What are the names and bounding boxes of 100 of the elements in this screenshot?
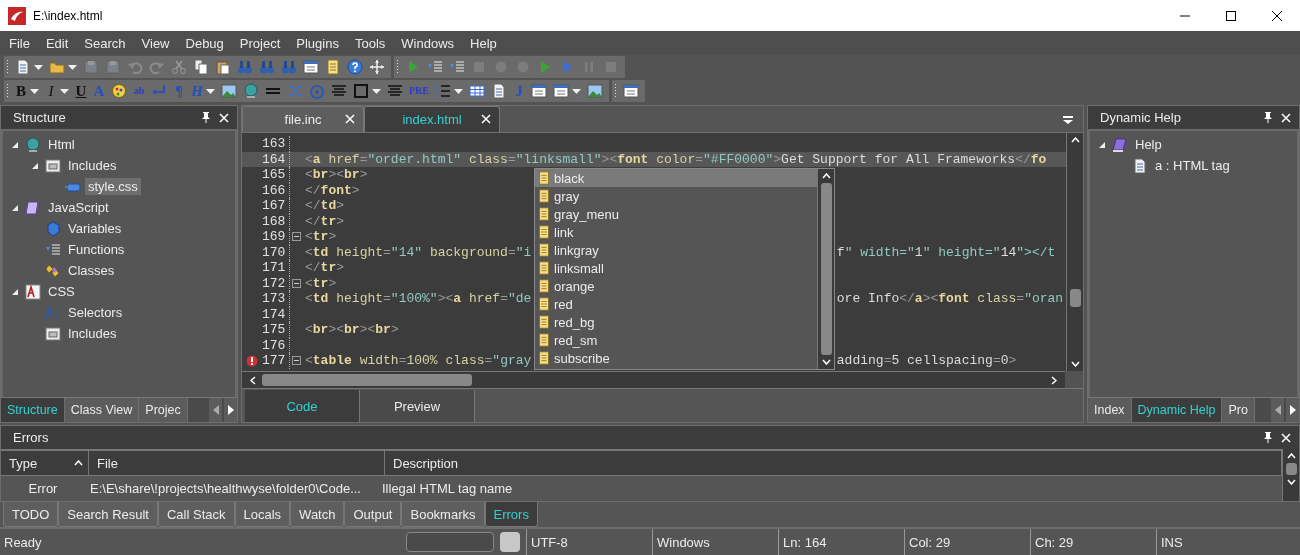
close-icon[interactable]	[345, 114, 355, 124]
code-line: <tr>	[304, 229, 337, 245]
panel-tab[interactable]: Pro	[1222, 398, 1255, 422]
suggestion-item[interactable]: gray_menu	[535, 205, 817, 223]
panel-tab[interactable]: Index	[1088, 398, 1132, 422]
menu-item[interactable]: Windows	[393, 35, 463, 51]
scrollbar[interactable]	[1282, 449, 1299, 501]
tree-item[interactable]: JavaScript	[45, 199, 112, 216]
column-header[interactable]: Type	[1, 451, 89, 475]
suggestion-item[interactable]: red_bg	[535, 313, 817, 331]
tree-item[interactable]: Selectors	[65, 304, 126, 321]
expanded-arrow-icon[interactable]	[31, 161, 39, 170]
scrollbar[interactable]	[1066, 133, 1083, 371]
toolbar-button[interactable]	[344, 56, 366, 78]
suggestion-item[interactable]: red_sm	[535, 331, 817, 349]
output-tab[interactable]: Errors	[484, 502, 538, 527]
scrollbar[interactable]	[817, 169, 834, 369]
output-tab[interactable]: TODO	[3, 502, 59, 527]
menu-item[interactable]: View	[133, 35, 178, 51]
menu-item[interactable]: Debug	[177, 35, 232, 51]
close-icon[interactable]	[1281, 112, 1291, 123]
toolbar-button[interactable]: U	[72, 80, 90, 102]
output-tab[interactable]: Watch	[290, 502, 345, 527]
table-cell-text: E:\E\share\!projects\healthwyse\folder0\Code...	[89, 480, 362, 496]
next-tab-button[interactable]	[224, 398, 237, 422]
column-header[interactable]: File	[89, 451, 385, 475]
expanded-arrow-icon[interactable]	[11, 140, 19, 149]
grip-handle[interactable]	[6, 59, 9, 75]
grip-handle[interactable]	[614, 83, 617, 99]
scrollbar-thumb[interactable]	[1285, 463, 1297, 475]
output-tab[interactable]: Call Stack	[158, 502, 235, 527]
suggestion-item[interactable]: linksmall	[535, 259, 817, 277]
collapse-icon[interactable]	[292, 232, 301, 242]
code-editor[interactable]	[242, 133, 1066, 371]
panel-tab[interactable]: Structure	[1, 398, 65, 422]
scrollbar-thumb[interactable]	[1069, 289, 1081, 307]
view-tab[interactable]: Code	[245, 390, 360, 422]
tree-item[interactable]: Functions	[65, 241, 128, 258]
tree-item[interactable]: a : HTML tag	[1152, 157, 1233, 174]
menu-item[interactable]: Project	[231, 35, 289, 51]
document-tab[interactable]: file.inc	[242, 106, 364, 132]
expanded-arrow-icon[interactable]	[1098, 140, 1106, 149]
scrollbar-thumb[interactable]	[820, 183, 832, 355]
status-button[interactable]	[500, 532, 520, 552]
menu-item[interactable]: Help	[462, 35, 505, 51]
panel-tab[interactable]: Dynamic Help	[1131, 398, 1223, 422]
tree-item[interactable]: Html	[45, 136, 78, 153]
menu-item[interactable]: Edit	[37, 35, 77, 51]
close-icon[interactable]	[219, 112, 229, 123]
pin-icon[interactable]	[1263, 432, 1273, 443]
menu-item[interactable]: File	[1, 35, 38, 51]
expanded-arrow-icon[interactable]	[11, 287, 19, 296]
output-tab[interactable]: Bookmarks	[401, 502, 485, 527]
tree-item[interactable]: Variables	[65, 220, 125, 237]
output-tab[interactable]: Locals	[234, 502, 291, 527]
menu-item[interactable]: Search	[76, 35, 134, 51]
output-tab[interactable]: Output	[344, 502, 402, 527]
suggestion-item[interactable]: gray	[535, 187, 817, 205]
output-tab[interactable]: Search Result	[58, 502, 158, 527]
toolbar-button[interactable]: B	[12, 80, 42, 102]
menu-item[interactable]: Plugins	[288, 35, 347, 51]
suggestion-item[interactable]: orange	[535, 277, 817, 295]
previous-tab-button[interactable]	[1271, 398, 1284, 422]
scrollbar-thumb[interactable]	[262, 374, 472, 386]
document-tab[interactable]: index.html	[364, 106, 500, 132]
panel-tab[interactable]: Projec	[139, 398, 188, 422]
frame-icon	[353, 83, 369, 99]
view-tab[interactable]: Preview	[360, 390, 475, 422]
suggestion-item[interactable]: link	[535, 223, 817, 241]
tree-item[interactable]: CSS	[45, 283, 78, 300]
suggestion-item[interactable]: subscribe	[535, 349, 817, 367]
grip-handle[interactable]	[6, 83, 9, 99]
suggestion-item[interactable]: black	[535, 169, 817, 187]
previous-tab-button[interactable]	[209, 398, 222, 422]
tree-item[interactable]: Classes	[65, 262, 118, 279]
collapse-icon[interactable]	[292, 278, 301, 288]
line-number: 165	[262, 167, 287, 183]
expanded-arrow-icon[interactable]	[11, 203, 19, 212]
suggestion-item[interactable]: red	[535, 295, 817, 313]
note-icon	[537, 225, 551, 239]
pin-icon[interactable]	[1263, 112, 1273, 123]
dropdown-icon[interactable]	[1063, 116, 1073, 124]
close-icon[interactable]	[481, 114, 491, 124]
line-number: 177	[262, 353, 287, 369]
note-icon	[537, 189, 551, 203]
tree-item[interactable]: style.css	[85, 178, 141, 195]
tree-item[interactable]: Includes	[65, 157, 120, 174]
tree-item[interactable]: Help	[1132, 136, 1165, 153]
grip-handle[interactable]	[396, 59, 399, 75]
menu-item[interactable]: Tools	[346, 35, 394, 51]
close-icon[interactable]	[1281, 432, 1291, 443]
scrollbar[interactable]	[242, 371, 1065, 388]
caret-icon	[206, 88, 215, 94]
collapse-icon[interactable]	[292, 356, 301, 366]
panel-tab[interactable]: Class View	[64, 398, 140, 422]
next-tab-button[interactable]	[1286, 398, 1299, 422]
pin-icon[interactable]	[201, 112, 211, 123]
toolbar-button[interactable]: I	[42, 80, 72, 102]
tree-item[interactable]: Includes	[65, 325, 120, 342]
suggestion-item[interactable]: linkgray	[535, 241, 817, 259]
